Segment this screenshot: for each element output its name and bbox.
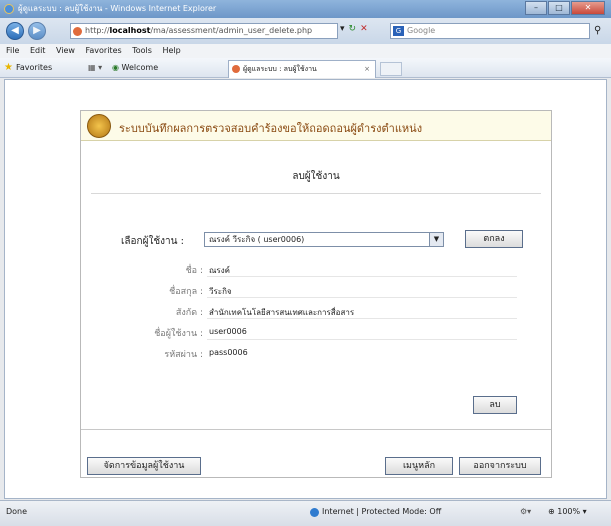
page-title: ลบผู้ใช้งาน [292,171,340,182]
ok-button[interactable]: ตกลง [465,230,523,248]
seal-logo-icon [87,114,111,138]
search-provider-icon: G [393,26,404,36]
welcome-page-icon: ◉ [112,63,119,72]
forward-button[interactable]: ▶ [28,22,46,40]
field-divider [207,276,517,277]
security-zone-label: Internet | Protected Mode: Off [322,507,442,516]
zoom-icon: ⊕ [548,507,555,516]
search-icon[interactable]: ⚲ [594,25,601,36]
window-title-bar: ผู้ดูแลระบบ : ลบผู้ใช้งาน - Windows Inte… [0,0,611,18]
chevron-down-icon[interactable]: ▼ [429,233,443,246]
url-host: localhost [109,26,151,35]
header-band: ระบบบันทึกผลการตรวจสอบคำร้องขอให้ถอดถอนผ… [81,111,551,141]
status-text: Done [6,507,28,516]
menu-help[interactable]: Help [162,46,180,55]
refresh-icon[interactable]: ↻ [349,24,357,34]
status-bar: Done Internet | Protected Mode: Off ⚙▾ ⊕… [0,500,611,526]
menu-file[interactable]: File [6,46,19,55]
field-divider [207,318,517,319]
field-divider [207,297,517,298]
footer-divider [81,429,551,430]
first-name-label: ชื่อ : [185,266,203,276]
user-select[interactable]: ณรงค์ วีระกิจ ( user0006) ▼ [204,232,444,247]
new-tab-button[interactable] [380,62,402,76]
delete-button[interactable]: ลบ [473,396,517,414]
page-viewport: ระบบบันทึกผลการตรวจสอบคำร้องขอให้ถอดถอนผ… [4,79,607,499]
user-select-value: ณรงค์ วีระกิจ ( user0006) [209,235,305,244]
last-name-label: ชื่อสกุล : [169,287,203,297]
minimize-button[interactable]: – [525,1,547,15]
window-title: ผู้ดูแลระบบ : ลบผู้ใช้งาน - Windows Inte… [18,4,217,13]
url-path: /ma/assessment/admin_user_delete.php [150,26,313,35]
security-zone[interactable]: Internet | Protected Mode: Off [310,501,441,523]
app-frame: ระบบบันทึกผลการตรวจสอบคำร้องขอให้ถอดถอนผ… [80,110,552,478]
menu-edit[interactable]: Edit [30,46,46,55]
internet-zone-icon [310,508,319,517]
welcome-label: Welcome [121,63,159,72]
menu-bar: File Edit View Favorites Tools Help [0,44,611,58]
tab-close-icon[interactable]: × [364,61,370,77]
url-prefix: http:// [85,26,110,35]
manage-users-button[interactable]: จัดการข้อมูลผู้ใช้งาน [87,457,201,475]
quick-tabs-icon[interactable]: ▦ ▾ [88,58,102,78]
main-menu-button[interactable]: เมนูหลัก [385,457,453,475]
logout-button[interactable]: ออกจากระบบ [459,457,541,475]
zoom-dropdown-icon: ▾ [582,507,587,516]
tab-page-icon [232,65,240,73]
back-button[interactable]: ◀ [6,22,24,40]
page-icon [73,27,82,36]
dropdown-icon[interactable]: ▾ [340,24,345,34]
page-tools-icon[interactable]: ⚙▾ [520,501,531,523]
favorites-star-icon[interactable]: ★ [4,58,13,78]
close-button[interactable]: ✕ [571,1,605,15]
department-label: สังกัด : [175,308,203,318]
stop-icon[interactable]: ✕ [360,24,368,34]
ie-logo-icon [4,4,14,14]
password-value: pass0006 [209,348,248,357]
favorites-bar: ★ Favorites ▦ ▾ ◉ Welcome ผู้ดูแลระบบ : … [0,58,611,78]
search-placeholder: Google [407,26,436,35]
search-input[interactable]: G Google [390,23,590,39]
username-label: ชื่อผู้ใช้งาน : [154,329,203,339]
tab-current[interactable]: ผู้ดูแลระบบ : ลบผู้ใช้งาน × [228,60,376,78]
address-toolbar: ◀ ▶ http://localhost/ma/assessment/admin… [0,18,611,44]
address-input[interactable]: http://localhost/ma/assessment/admin_use… [70,23,338,39]
tab-title: ผู้ดูแลระบบ : ลบผู้ใช้งาน [243,65,317,73]
username-value: user0006 [209,327,247,336]
window-controls: – □ ✕ [524,1,605,15]
menu-tools[interactable]: Tools [132,46,152,55]
menu-view[interactable]: View [56,46,75,55]
field-divider [207,339,517,340]
select-user-label: เลือกผู้ใช้งาน : [121,236,185,247]
divider [91,193,541,194]
welcome-link[interactable]: ◉ Welcome [112,58,158,78]
address-actions: ▾ ↻ ✕ [340,24,368,34]
favorites-button[interactable]: Favorites [16,58,52,78]
zoom-level: 100% [557,507,581,516]
password-label: รหัสผ่าน : [164,350,203,360]
zoom-control[interactable]: ⊕ 100% ▾ [548,501,587,523]
maximize-button[interactable]: □ [548,1,570,15]
menu-favorites[interactable]: Favorites [86,46,122,55]
system-title: ระบบบันทึกผลการตรวจสอบคำร้องขอให้ถอดถอนผ… [119,122,423,135]
